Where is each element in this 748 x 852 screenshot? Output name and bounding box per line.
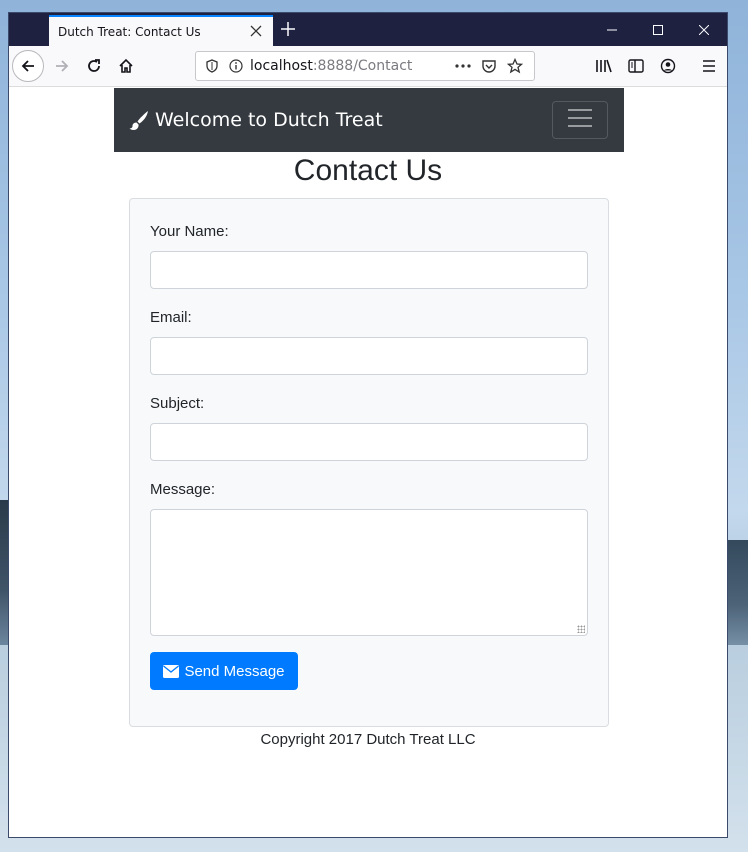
navbar-toggler-button[interactable] bbox=[552, 101, 608, 139]
brand-text: Welcome to Dutch Treat bbox=[155, 109, 383, 131]
library-icon[interactable] bbox=[588, 50, 620, 82]
email-input[interactable] bbox=[150, 337, 588, 375]
page-viewport: Welcome to Dutch Treat Contact Us Your N… bbox=[9, 88, 727, 837]
page-title: Contact Us bbox=[293, 154, 443, 187]
browser-tab[interactable]: Dutch Treat: Contact Us bbox=[49, 15, 273, 46]
pocket-icon[interactable] bbox=[476, 55, 502, 77]
envelope-icon bbox=[163, 664, 180, 678]
title-bar: Dutch Treat: Contact Us bbox=[9, 13, 727, 46]
tab-close-icon[interactable] bbox=[248, 24, 264, 40]
tab-title: Dutch Treat: Contact Us bbox=[58, 24, 201, 39]
account-icon[interactable] bbox=[652, 50, 684, 82]
reload-button[interactable] bbox=[78, 50, 110, 82]
url-host: localhost bbox=[250, 58, 313, 74]
shield-icon[interactable] bbox=[202, 56, 222, 76]
contact-form: Your Name: Email: Subject: Message: Send… bbox=[129, 198, 609, 727]
maximize-button[interactable] bbox=[635, 13, 681, 46]
paint-brush-icon bbox=[128, 109, 150, 131]
browser-toolbar: localhost:8888/Contact bbox=[9, 46, 727, 87]
message-textarea[interactable] bbox=[150, 509, 588, 636]
footer-copyright: Copyright 2017 Dutch Treat LLC bbox=[260, 731, 476, 748]
page-actions-icon[interactable] bbox=[450, 55, 476, 77]
browser-window: Dutch Treat: Contact Us localhost:8888/C… bbox=[8, 12, 728, 838]
address-bar[interactable]: localhost:8888/Contact bbox=[195, 51, 535, 81]
send-message-label: Send Message bbox=[184, 662, 285, 680]
name-input[interactable] bbox=[150, 251, 588, 289]
name-label: Your Name: bbox=[150, 223, 229, 240]
subject-input[interactable] bbox=[150, 423, 588, 461]
subject-label: Subject: bbox=[150, 395, 205, 412]
desktop-background-right bbox=[727, 540, 748, 650]
email-label: Email: bbox=[150, 309, 192, 326]
hamburger-icon bbox=[567, 108, 593, 132]
menu-icon[interactable] bbox=[693, 50, 725, 82]
forward-button[interactable] bbox=[46, 50, 78, 82]
url-path: :8888/Contact bbox=[312, 58, 413, 74]
sidebar-icon[interactable] bbox=[620, 50, 652, 82]
back-button[interactable] bbox=[12, 50, 44, 82]
close-window-button[interactable] bbox=[681, 13, 727, 46]
home-button[interactable] bbox=[110, 50, 142, 82]
bookmark-star-icon[interactable] bbox=[502, 55, 528, 77]
url-text[interactable]: localhost:8888/Contact bbox=[250, 58, 450, 74]
navbar-brand[interactable]: Welcome to Dutch Treat bbox=[128, 109, 383, 131]
new-tab-button[interactable] bbox=[281, 18, 295, 40]
send-message-button[interactable]: Send Message bbox=[150, 652, 298, 690]
message-label: Message: bbox=[150, 481, 216, 498]
resize-handle-icon[interactable] bbox=[577, 625, 585, 633]
minimize-button[interactable] bbox=[589, 13, 635, 46]
site-navbar: Welcome to Dutch Treat bbox=[114, 88, 624, 152]
info-icon[interactable] bbox=[226, 56, 246, 76]
